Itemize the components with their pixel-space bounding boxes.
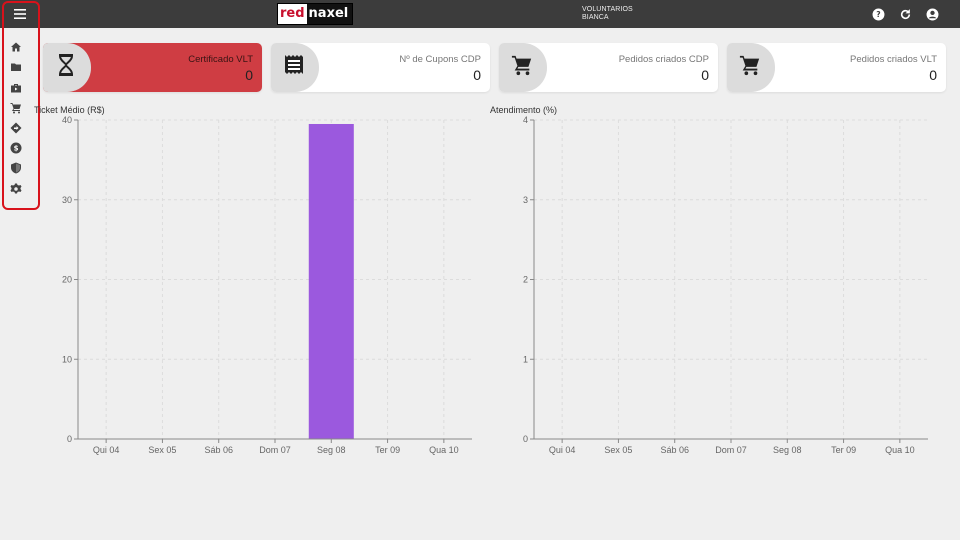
card-value: 0 xyxy=(929,67,937,83)
y-tick-label: 1 xyxy=(523,354,528,364)
y-tick-label: 2 xyxy=(523,275,528,285)
cart-icon[interactable] xyxy=(8,100,24,116)
y-tick-label: 10 xyxy=(62,354,72,364)
top-bar: red naxel VOLUNTARIOS BIANCA ? xyxy=(0,0,960,28)
card-cupons-cdp[interactable]: Nº de Cupons CDP 0 xyxy=(271,43,490,92)
card-value: 0 xyxy=(473,67,481,83)
x-tick-label: Seg 08 xyxy=(773,445,802,455)
x-tick-label: Dom 07 xyxy=(715,445,747,455)
brand-logo[interactable]: red naxel xyxy=(277,3,354,25)
cart-icon xyxy=(510,54,534,81)
x-tick-label: Qui 04 xyxy=(549,445,576,455)
x-tick-label: Sáb 06 xyxy=(204,445,233,455)
x-tick-label: Sáb 06 xyxy=(660,445,689,455)
dollar-icon[interactable]: $ xyxy=(8,140,24,156)
card-title: Nº de Cupons CDP xyxy=(399,54,481,65)
card-certificado-vlt[interactable]: Certificado VLT 0 xyxy=(43,43,262,92)
account-icon[interactable] xyxy=(924,6,940,22)
folder-icon[interactable] xyxy=(8,59,24,75)
svg-text:$: $ xyxy=(14,145,19,153)
user-info: VOLUNTARIOS BIANCA xyxy=(582,6,633,22)
user-name: BIANCA xyxy=(582,14,609,21)
x-tick-label: Sex 05 xyxy=(148,445,176,455)
receipt-icon xyxy=(283,54,305,81)
y-tick-label: 40 xyxy=(62,115,72,125)
user-group: VOLUNTARIOS xyxy=(582,6,633,13)
svg-text:?: ? xyxy=(876,10,880,19)
hourglass-icon xyxy=(57,53,75,81)
x-tick-label: Dom 07 xyxy=(259,445,291,455)
briefcase-icon[interactable] xyxy=(8,80,24,96)
chart-atendimento: 0 1 2 3 4 Qui 04 Sex 05 Sáb 06 Dom 07 Seg 08 Ter 0… xyxy=(523,115,928,455)
x-tick-label: Sex 05 xyxy=(604,445,632,455)
settings-icon[interactable] xyxy=(8,181,24,197)
x-tick-label: Qua 10 xyxy=(885,445,915,455)
card-title: Pedidos criados CDP xyxy=(618,54,709,65)
refresh-icon[interactable] xyxy=(897,6,913,22)
card-pedidos-vlt[interactable]: Pedidos criados VLT 0 xyxy=(727,43,946,92)
x-tick-label: Qua 10 xyxy=(429,445,459,455)
y-tick-label: 0 xyxy=(67,434,72,444)
home-icon[interactable] xyxy=(8,39,24,55)
card-icon-bg xyxy=(499,43,547,92)
directions-icon[interactable] xyxy=(8,120,24,136)
logo-naxel-text: naxel xyxy=(306,4,353,24)
x-tick-label: Qui 04 xyxy=(93,445,120,455)
card-icon-bg xyxy=(727,43,775,92)
y-tick-label: 0 xyxy=(523,434,528,444)
card-value: 0 xyxy=(701,67,709,83)
card-icon-bg xyxy=(271,43,319,92)
help-icon[interactable]: ? xyxy=(870,6,886,22)
y-tick-label: 4 xyxy=(523,115,528,125)
logo-red-text: red xyxy=(278,4,307,24)
y-tick-label: 20 xyxy=(62,275,72,285)
card-title: Pedidos criados VLT xyxy=(850,54,937,65)
x-tick-label: Ter 09 xyxy=(831,445,856,455)
y-tick-label: 3 xyxy=(523,195,528,205)
card-value: 0 xyxy=(245,67,253,83)
card-pedidos-cdp[interactable]: Pedidos criados CDP 0 xyxy=(499,43,718,92)
x-tick-label: Ter 09 xyxy=(375,445,400,455)
chart-ticket-medio: 0 10 20 30 40 Qui 04 Sex 05 Sáb 06 Dom 07 Seg 08 T… xyxy=(62,115,472,455)
bar-seg-08 xyxy=(308,123,354,440)
menu-icon[interactable] xyxy=(6,4,34,24)
card-title: Certificado VLT xyxy=(188,54,253,65)
y-tick-label: 30 xyxy=(62,195,72,205)
x-tick-label: Seg 08 xyxy=(317,445,346,455)
shield-icon[interactable] xyxy=(8,160,24,176)
card-icon-bg xyxy=(43,43,91,92)
cart-icon xyxy=(738,54,762,81)
